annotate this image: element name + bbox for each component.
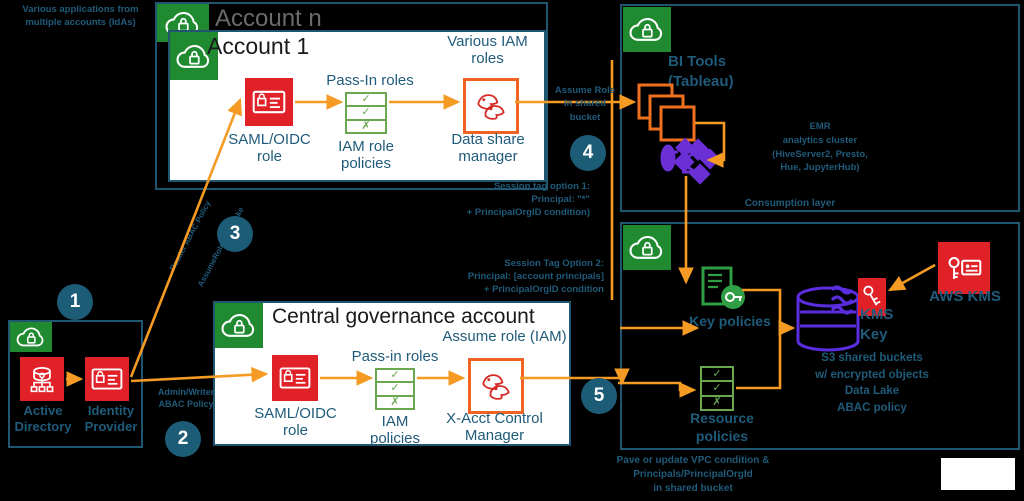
aws-kms-icon (938, 242, 990, 294)
cloud-lock-glyph (629, 235, 663, 259)
key-policies-label: Key policies (689, 313, 771, 329)
various-iam-roles-label: Various IAM roles (447, 33, 528, 68)
emr-cluster-label: EMR analytics cluster (HiveServer2, Pres… (772, 121, 868, 174)
aws-kms-label: AWS KMS (929, 288, 1001, 305)
session-tag-option-1-caption: Session tag option 1: Principal: "*" + P… (466, 181, 590, 218)
step-label: 4 (582, 142, 594, 163)
active-directory-label: Active Directory (14, 403, 72, 434)
step-1-marker: 1 (57, 284, 93, 320)
central-governance-title: Central governance account (272, 305, 535, 328)
governance-cloud-icon (215, 303, 263, 348)
step-3-marker: 3 (217, 216, 253, 252)
saml-oidc-role-icon-governance (272, 355, 318, 401)
step-label: 1 (69, 291, 81, 312)
step-label: 2 (177, 428, 189, 449)
policy-mark: ✓ (377, 370, 413, 384)
step-2-marker: 2 (165, 421, 201, 457)
kms-key-label: KMS Key (860, 306, 894, 344)
bottom-note-caption: Pave or update VPC condition & Principal… (616, 455, 770, 494)
policy-mark: ✓ (347, 94, 385, 108)
saml-oidc-role-label-account1: SAML/OIDC role (228, 131, 311, 166)
iam-role-policies-label-account1: IAM role policies (338, 138, 394, 173)
bi-tools-label: BI Tools (Tableau) (668, 53, 734, 90)
cloud-lock-glyph (629, 17, 663, 41)
iam-role-policies-account1: ✓ ✓ ✗ (345, 92, 387, 134)
data-share-manager-label: Data share manager (451, 131, 525, 166)
pass-in-roles-label-governance: Pass-in roles (351, 348, 439, 365)
account-1-title: Account 1 (207, 33, 310, 59)
consumption-cloud-icon (623, 7, 671, 52)
policy-mark: ✗ (712, 396, 722, 409)
consumption-layer-label: Consumption layer (744, 198, 836, 209)
s3-buckets-caption: S3 shared buckets w/ encrypted objects D… (815, 352, 929, 415)
kms-key-card-glyph (948, 257, 982, 279)
identity-card-glyph (252, 90, 286, 114)
storage-cloud-icon (623, 225, 671, 270)
step-4-marker: 4 (570, 135, 606, 171)
x-acct-control-manager-icon (468, 358, 524, 414)
iam-roles-glyph (477, 94, 505, 120)
saml-oidc-role-label-governance: SAML/OIDC role (254, 405, 337, 440)
policy-mark: ✗ (390, 395, 400, 408)
step-5-marker: 5 (581, 378, 617, 414)
identity-provider-icon (85, 357, 129, 401)
resource-policies-label: Resource policies (690, 410, 754, 444)
identity-card-glyph (279, 367, 311, 389)
pass-in-roles-label-account1: Pass-In roles (326, 72, 414, 89)
x-acct-control-manager-label: X-Acct Control Manager (446, 410, 543, 445)
consumption-layer-container (620, 4, 1020, 212)
session-tag-option-2-caption: Session Tag Option 2: Principal: [accoun… (467, 258, 604, 295)
various-applications-caption: Various applications from multiple accou… (22, 4, 139, 29)
iam-roles-glyph (482, 374, 510, 400)
identity-cloud-icon (10, 322, 52, 352)
saml-oidc-role-icon-account1 (245, 78, 293, 126)
data-share-manager-icon (463, 78, 519, 134)
policy-mark: ✓ (377, 383, 413, 397)
step-label: 5 (593, 385, 605, 406)
policy-mark: ✗ (361, 119, 371, 132)
assume-role-shared-bucket-caption: Assume Role in shared bucket (554, 85, 616, 123)
policy-mark: ✓ (702, 382, 732, 397)
directory-glyph (30, 367, 54, 393)
identity-card-glyph (91, 368, 123, 390)
iam-policies-governance: ✓ ✓ ✗ (375, 368, 415, 410)
identity-provider-label: Identity Provider (84, 403, 138, 434)
reader-abac-policy-caption: Reader ABAC Policy (168, 199, 213, 273)
step-label: 3 (229, 223, 241, 244)
policy-mark: ✓ (702, 368, 732, 383)
policy-mark: ✓ (347, 107, 385, 121)
iam-policies-label-governance: IAM policies (369, 413, 421, 448)
assume-role-iam-label: Assume role (IAM) (442, 328, 567, 345)
resource-policies-list: ✓ ✓ ✗ (700, 366, 734, 411)
cloud-lock-glyph (221, 313, 255, 337)
blank-placeholder-box (941, 458, 1015, 490)
account-n-title: Account n (215, 5, 322, 32)
cloud-lock-glyph (16, 327, 44, 347)
active-directory-icon (20, 357, 64, 401)
